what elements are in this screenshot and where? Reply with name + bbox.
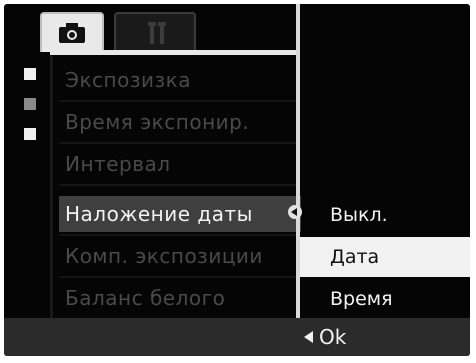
submenu: Выкл. Дата Время [300,191,470,319]
menu-separator [59,234,299,236]
page-indicator-2 [24,98,36,110]
tab-setup[interactable] [114,12,196,52]
tab-underline [50,50,300,55]
menu-item-exposure-comp[interactable]: Комп. экспозиции [59,238,299,274]
camera-menu-screen: Экспозизка Время экспонир. Интервал Нало… [4,4,470,356]
bottom-bar: Ok [4,318,470,356]
option-off[interactable]: Выкл. [300,195,470,235]
page-indicator-3 [24,128,36,140]
menu-panel: Экспозизка Время экспонир. Интервал Нало… [50,56,301,318]
menu-separator [59,142,299,144]
page-indicator-1 [24,68,36,80]
ok-button[interactable]: Ok [304,318,346,356]
menu-separator [59,184,299,186]
ok-label: Ok [319,325,347,349]
arrow-left-icon [304,331,313,343]
option-date[interactable]: Дата [300,237,470,277]
menu-separator [59,276,299,278]
tab-camera[interactable] [40,12,104,52]
menu-separator [59,100,299,102]
menu-item-date-imprint[interactable]: Наложение даты [59,196,301,232]
menu-item-exposure-time[interactable]: Время экспонир. [59,104,299,140]
menu-item-interval[interactable]: Интервал [59,146,299,182]
camera-icon [59,23,85,43]
menu-item-exposure[interactable]: Экспозизка [59,62,299,98]
option-time[interactable]: Время [300,279,470,319]
menu-item-white-balance[interactable]: Баланс белого [59,280,299,316]
wrench-icon [148,22,166,44]
